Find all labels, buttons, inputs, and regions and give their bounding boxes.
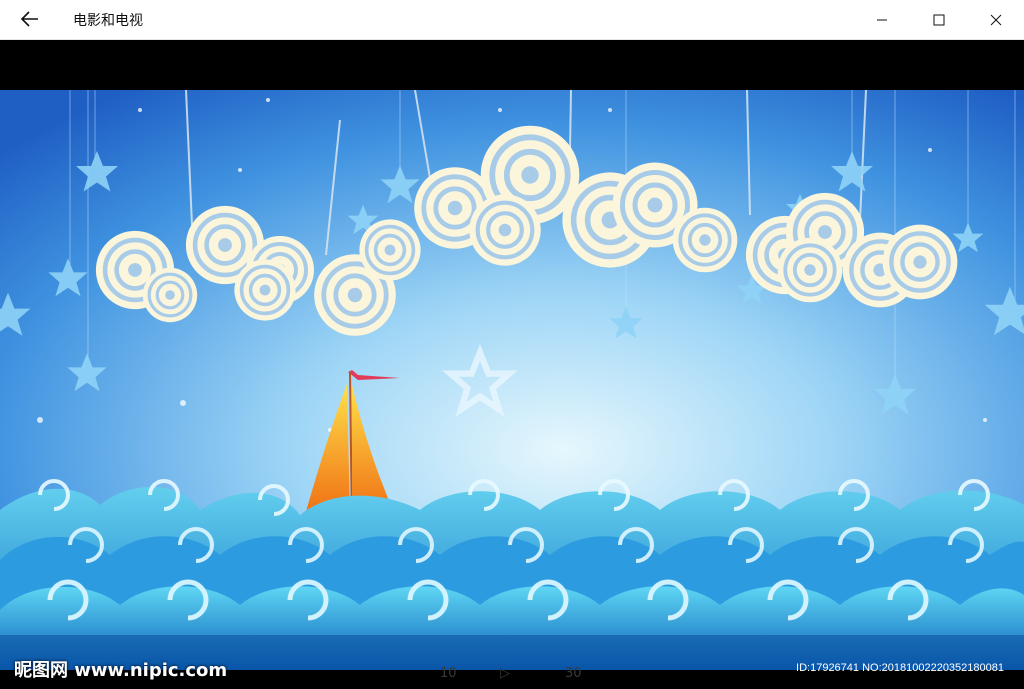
video-scene bbox=[0, 90, 1024, 670]
arrow-left-icon bbox=[20, 8, 39, 32]
letterbox-top bbox=[0, 40, 1024, 90]
maximize-button[interactable] bbox=[910, 0, 967, 40]
skip-forward-button[interactable]: 30 bbox=[565, 666, 582, 681]
watermark-logo: 昵图网 www.nipic.com bbox=[14, 660, 228, 681]
video-frame[interactable] bbox=[0, 90, 1024, 670]
minimize-icon bbox=[876, 11, 888, 30]
play-icon[interactable]: ▷ bbox=[500, 666, 510, 681]
maximize-icon bbox=[933, 11, 945, 30]
back-button[interactable] bbox=[0, 0, 60, 40]
minimize-button[interactable] bbox=[853, 0, 910, 40]
close-icon bbox=[990, 11, 1002, 30]
watermark-id: ID:17926741 NO:20181002220352180081 bbox=[796, 662, 1004, 674]
skip-back-button[interactable]: 10 bbox=[440, 666, 457, 681]
app-title: 电影和电视 bbox=[73, 12, 143, 29]
close-button[interactable] bbox=[967, 0, 1024, 40]
title-bar: 电影和电视 bbox=[0, 0, 1024, 40]
